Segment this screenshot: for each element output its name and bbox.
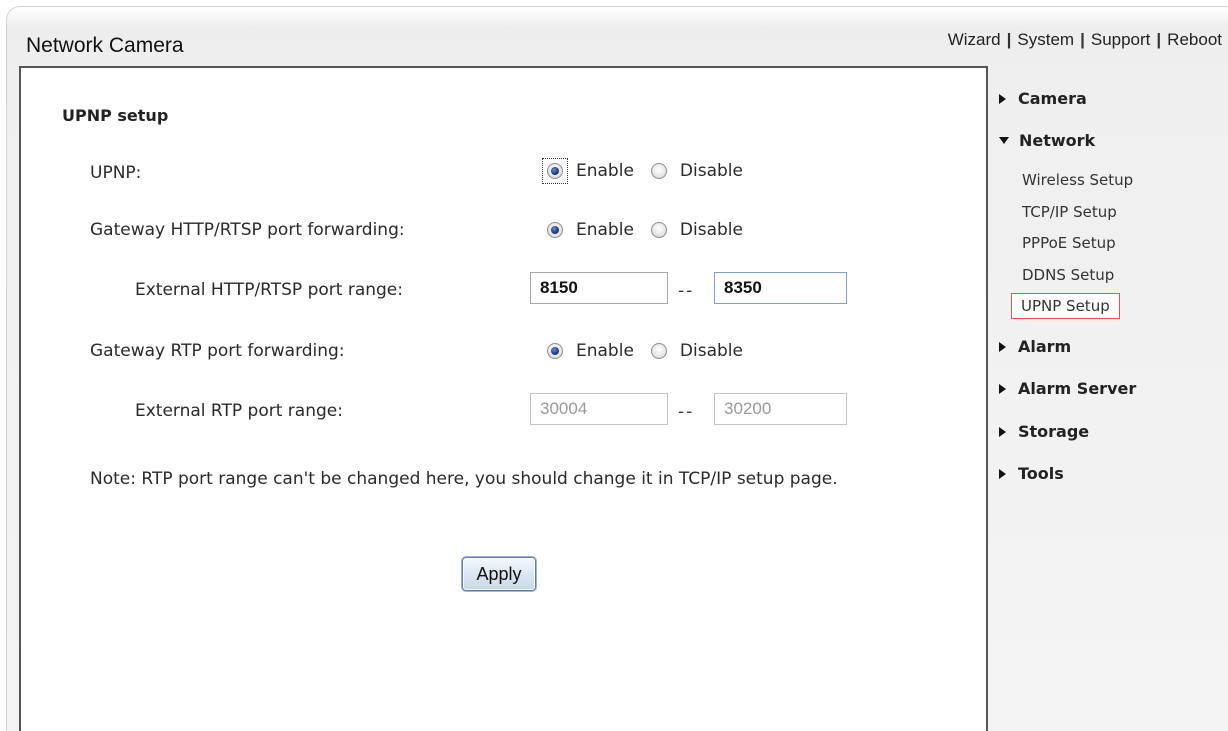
gateway-rtp-disable-label[interactable]: Disable (680, 341, 743, 361)
sidebar-subitem-tcpip-setup[interactable]: TCP/IP Setup (1022, 203, 1117, 221)
upnp-label: UPNP: (90, 163, 142, 183)
nav-support-link[interactable]: Support (1091, 30, 1151, 49)
apply-button[interactable]: Apply (462, 557, 536, 591)
sidebar-item-storage[interactable]: Storage (999, 422, 1089, 441)
nav-separator: | (1156, 30, 1162, 49)
gateway-http-enable-label[interactable]: Enable (576, 220, 634, 240)
gateway-rtp-disable-radio[interactable] (650, 343, 667, 359)
gateway-http-enable-wrap (542, 217, 568, 243)
upnp-enable-focus (542, 158, 568, 184)
sidebar-item-camera[interactable]: Camera (999, 89, 1087, 108)
external-rtp-from-input (530, 393, 668, 425)
sidebar-item-alarm[interactable]: Alarm (999, 337, 1071, 356)
sidebar-item-tools[interactable]: Tools (999, 464, 1064, 483)
gateway-http-label: Gateway HTTP/RTSP port forwarding: (90, 220, 405, 240)
gateway-http-radio-group: Enable Disable (542, 217, 755, 243)
gateway-rtp-disable-wrap (646, 338, 672, 364)
gateway-rtp-enable-radio[interactable] (547, 343, 563, 359)
external-rtp-label: External RTP port range: (135, 401, 343, 421)
external-http-from-input[interactable] (530, 272, 668, 304)
sidebar-item-label: Tools (1018, 464, 1064, 483)
nav-wizard-link[interactable]: Wizard (948, 30, 1001, 49)
sidebar-item-label: Network (1019, 131, 1096, 150)
gateway-http-disable-label[interactable]: Disable (680, 220, 743, 240)
external-http-range-separator: -- (678, 281, 695, 301)
gateway-rtp-radio-group: Enable Disable (542, 338, 755, 364)
upnp-disable-wrap (646, 158, 672, 184)
nav-separator: | (1006, 30, 1012, 49)
triangle-right-icon (999, 426, 1006, 437)
triangle-right-icon (999, 93, 1006, 104)
sidebar-subitem-upnp-setup[interactable]: UPNP Setup (1011, 293, 1120, 319)
rtp-note-text: Note: RTP port range can't be changed he… (90, 469, 838, 489)
gateway-rtp-enable-wrap (542, 338, 568, 364)
triangle-down-icon (999, 137, 1009, 144)
external-rtp-range-separator: -- (678, 402, 695, 422)
gateway-http-disable-radio[interactable] (650, 222, 667, 238)
external-http-label: External HTTP/RTSP port range: (135, 280, 403, 300)
top-nav: Wizard | System | Support | Reboot (948, 30, 1222, 50)
app-title: Network Camera (26, 34, 184, 57)
upnp-enable-label[interactable]: Enable (576, 161, 634, 181)
external-rtp-to-input (714, 393, 847, 425)
sidebar-item-network[interactable]: Network (999, 131, 1095, 150)
gateway-rtp-enable-label[interactable]: Enable (576, 341, 634, 361)
gateway-rtp-label: Gateway RTP port forwarding: (90, 341, 345, 361)
gateway-http-enable-radio[interactable] (547, 222, 563, 238)
sidebar-item-label: Storage (1018, 422, 1090, 441)
gateway-http-disable-wrap (646, 217, 672, 243)
sidebar-subitem-ddns-setup[interactable]: DDNS Setup (1022, 266, 1114, 284)
upnp-disable-label[interactable]: Disable (680, 161, 743, 181)
section-title: UPNP setup (62, 106, 169, 125)
sidebar-item-alarm-server[interactable]: Alarm Server (999, 379, 1136, 398)
upnp-enable-radio[interactable] (547, 163, 563, 179)
upnp-radio-group: Enable Disable (542, 158, 755, 184)
triangle-right-icon (999, 383, 1006, 394)
sidebar-item-label: Camera (1018, 89, 1087, 108)
external-http-to-input[interactable] (714, 272, 847, 304)
sidebar-item-label: Alarm (1018, 337, 1072, 356)
nav-reboot-link[interactable]: Reboot (1167, 30, 1222, 49)
upnp-disable-radio[interactable] (650, 163, 667, 179)
nav-system-link[interactable]: System (1017, 30, 1074, 49)
triangle-right-icon (999, 341, 1006, 352)
triangle-right-icon (999, 468, 1006, 479)
sidebar-subitem-pppoe-setup[interactable]: PPPoE Setup (1022, 234, 1116, 252)
sidebar-item-label: Alarm Server (1018, 379, 1137, 398)
sidebar-subitem-wireless-setup[interactable]: Wireless Setup (1022, 171, 1133, 189)
nav-separator: | (1080, 30, 1085, 49)
